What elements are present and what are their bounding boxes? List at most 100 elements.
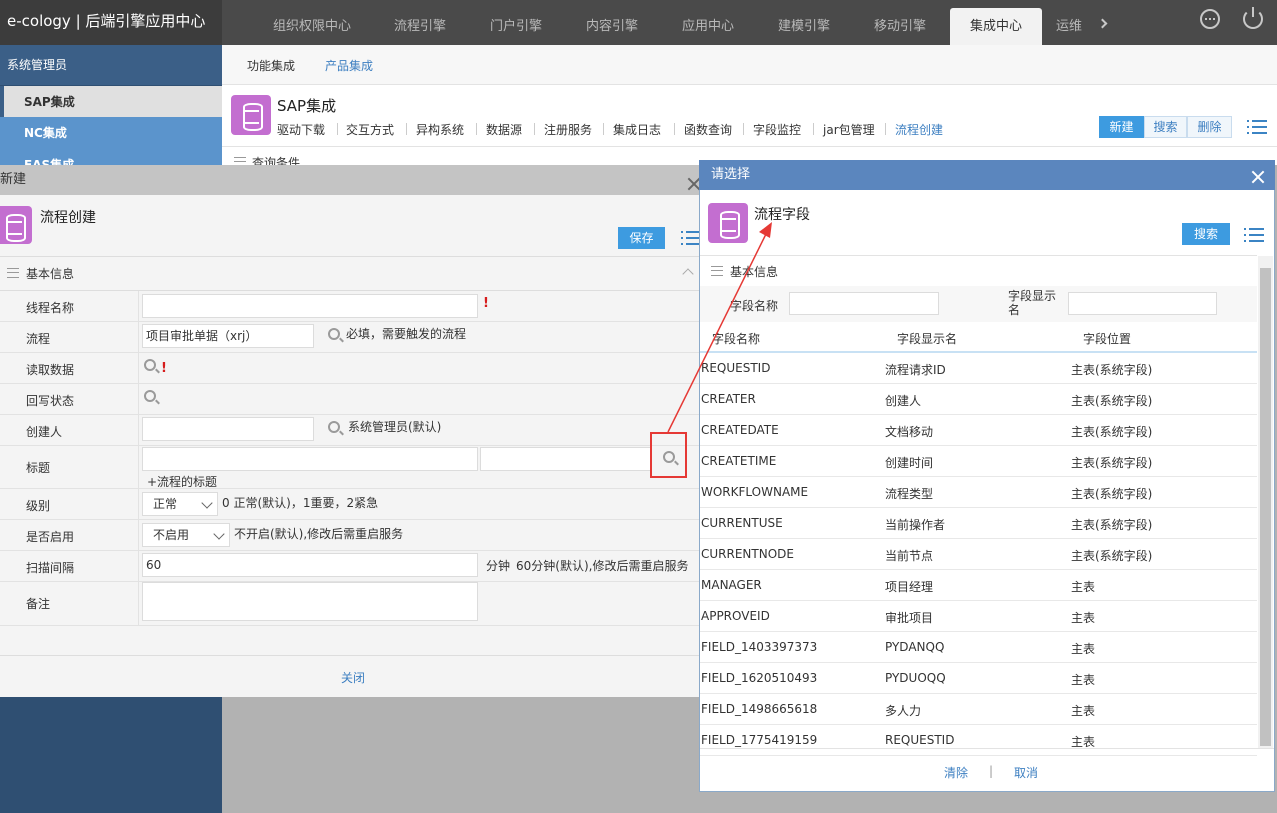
tab-datasource[interactable]: 数据源 xyxy=(486,121,522,138)
title-field-input[interactable] xyxy=(480,447,652,471)
sub-tab-function[interactable]: 功能集成 xyxy=(247,57,295,74)
creator-input[interactable] xyxy=(142,417,314,441)
divider xyxy=(700,748,1274,749)
search-icon[interactable] xyxy=(328,421,340,433)
title-input[interactable] xyxy=(142,447,478,471)
sidebar-item-nc[interactable]: NC集成 xyxy=(0,117,222,149)
cancel-button[interactable]: 取消 xyxy=(1014,764,1038,781)
tab-register[interactable]: 注册服务 xyxy=(544,121,592,138)
interval-hint: 60分钟(默认),修改后需重启服务 xyxy=(516,559,689,573)
cell-field-name: CREATETIME xyxy=(701,454,777,468)
enabled-select[interactable]: 不启用 xyxy=(142,523,230,547)
section-toggle-icon[interactable] xyxy=(7,268,19,278)
row-divider xyxy=(0,625,700,626)
search-icon[interactable] xyxy=(144,359,156,371)
cell-position: 主表(系统字段) xyxy=(1071,549,1153,563)
dialog-title: 流程创建 xyxy=(40,210,96,226)
row-divider xyxy=(0,488,700,489)
nav-tab-portal[interactable]: 门户引擎 xyxy=(470,8,562,45)
table-row[interactable]: CURRENTUSE 当前操作者 主表(系统字段) xyxy=(700,508,1257,539)
cell-position: 主表(系统字段) xyxy=(1071,363,1153,377)
list-menu-icon[interactable] xyxy=(1244,227,1264,243)
search-button[interactable]: 搜索 xyxy=(1182,223,1230,245)
tab-log[interactable]: 集成日志 xyxy=(613,121,661,138)
table-row[interactable]: FIELD_1620510493 PYDUOQQ 主表 xyxy=(700,663,1257,694)
cell-position: 主表 xyxy=(1071,580,1096,594)
table-row[interactable]: CURRENTNODE 当前节点 主表(系统字段) xyxy=(700,539,1257,570)
cell-display-name: 当前节点 xyxy=(885,549,934,563)
table-row[interactable]: FIELD_1403397373 PYDANQQ 主表 xyxy=(700,632,1257,663)
page-title: SAP集成 xyxy=(277,97,337,115)
thread-name-input[interactable] xyxy=(142,294,478,318)
tab-separator xyxy=(406,123,407,135)
nav-tab-mobile[interactable]: 移动引擎 xyxy=(854,8,946,45)
nav-tab-content[interactable]: 内容引擎 xyxy=(566,8,658,45)
field-name-input[interactable] xyxy=(789,292,939,315)
field-label-workflow: 流程 xyxy=(26,332,51,346)
row-divider xyxy=(0,550,700,551)
clear-button[interactable]: 清除 xyxy=(944,764,968,781)
cell-field-name: FIELD_1403397373 xyxy=(701,640,818,654)
cell-field-name: FIELD_1620510493 xyxy=(701,671,818,685)
table-row[interactable]: CREATETIME 创建时间 主表(系统字段) xyxy=(700,446,1257,477)
cell-display-name: 流程请求ID xyxy=(885,363,946,377)
tab-monitor[interactable]: 字段监控 xyxy=(753,121,801,138)
database-icon xyxy=(231,95,271,135)
nav-tab-org[interactable]: 组织权限中心 xyxy=(258,8,366,45)
tab-separator xyxy=(337,123,338,135)
interval-input[interactable]: 60 xyxy=(142,553,478,577)
search-button[interactable]: 搜索 xyxy=(1144,116,1187,138)
power-icon[interactable] xyxy=(1243,7,1263,29)
sidebar-item-sap[interactable]: SAP集成 xyxy=(0,86,222,118)
close-button[interactable]: 关闭 xyxy=(341,669,365,686)
cell-display-name: 文档移动 xyxy=(885,425,934,439)
nav-tab-workflow[interactable]: 流程引擎 xyxy=(372,8,468,45)
column-header-display[interactable]: 字段显示名 xyxy=(897,330,957,347)
cell-field-name: FIELD_1498665618 xyxy=(701,702,818,716)
search-icon[interactable] xyxy=(328,328,340,340)
tab-interaction[interactable]: 交互方式 xyxy=(346,121,394,138)
cell-display-name: PYDANQQ xyxy=(885,640,945,654)
required-icon: ! xyxy=(483,296,489,311)
table-row[interactable]: MANAGER 项目经理 主表 xyxy=(700,570,1257,601)
nav-tab-ops[interactable]: 运维 xyxy=(1056,8,1096,45)
sidebar-item-eas[interactable]: EAS集成 xyxy=(0,149,222,165)
tab-hetero[interactable]: 异构系统 xyxy=(416,121,464,138)
sub-tab-product[interactable]: 产品集成 xyxy=(325,57,373,74)
table-row[interactable]: FIELD_1775419159 REQUESTID 主表 xyxy=(700,725,1257,756)
workflow-input[interactable]: 项目审批单据（xrj） xyxy=(142,324,314,348)
nav-tab-integration[interactable]: 集成中心 xyxy=(950,8,1042,45)
delete-button[interactable]: 删除 xyxy=(1187,116,1232,138)
display-name-input[interactable] xyxy=(1068,292,1217,315)
tab-separator xyxy=(813,123,814,135)
more-icon[interactable] xyxy=(1200,9,1220,29)
picker-dialog-header: 请选择 xyxy=(699,160,1275,190)
cell-field-name: CURRENTUSE xyxy=(701,516,783,530)
tab-driver[interactable]: 驱动下载 xyxy=(277,121,325,138)
list-menu-icon[interactable] xyxy=(1247,119,1267,135)
level-select[interactable]: 正常 xyxy=(142,492,218,516)
table-row[interactable]: FIELD_1498665618 多人力 主表 xyxy=(700,694,1257,725)
search-icon[interactable] xyxy=(144,390,156,402)
row-divider xyxy=(0,414,700,415)
field-label-enabled: 是否启用 xyxy=(26,530,75,544)
column-header-position[interactable]: 字段位置 xyxy=(1083,330,1131,347)
table-row[interactable]: WORKFLOWNAME 流程类型 主表(系统字段) xyxy=(700,477,1257,508)
nav-tab-app[interactable]: 应用中心 xyxy=(662,8,754,45)
interval-unit: 分钟 xyxy=(486,559,511,573)
row-divider xyxy=(0,519,700,520)
new-button[interactable]: 新建 xyxy=(1099,116,1144,138)
field-label-writeback: 回写状态 xyxy=(26,394,75,408)
tab-function[interactable]: 函数查询 xyxy=(684,121,732,138)
cell-display-name: 多人力 xyxy=(885,704,922,718)
cell-display-name: 创建人 xyxy=(885,394,922,408)
tab-workflow-create[interactable]: 流程创建 xyxy=(895,121,943,138)
field-label-read: 读取数据 xyxy=(26,363,75,377)
remark-textarea[interactable] xyxy=(142,582,478,621)
table-row[interactable]: APPROVEID 审批项目 主表 xyxy=(700,601,1257,632)
nav-tab-modeling[interactable]: 建模引擎 xyxy=(758,8,850,45)
scrollbar-thumb[interactable] xyxy=(1260,268,1271,746)
tab-jar[interactable]: jar包管理 xyxy=(823,121,875,138)
close-icon[interactable] xyxy=(1251,170,1265,184)
cell-display-name: 项目经理 xyxy=(885,580,934,594)
